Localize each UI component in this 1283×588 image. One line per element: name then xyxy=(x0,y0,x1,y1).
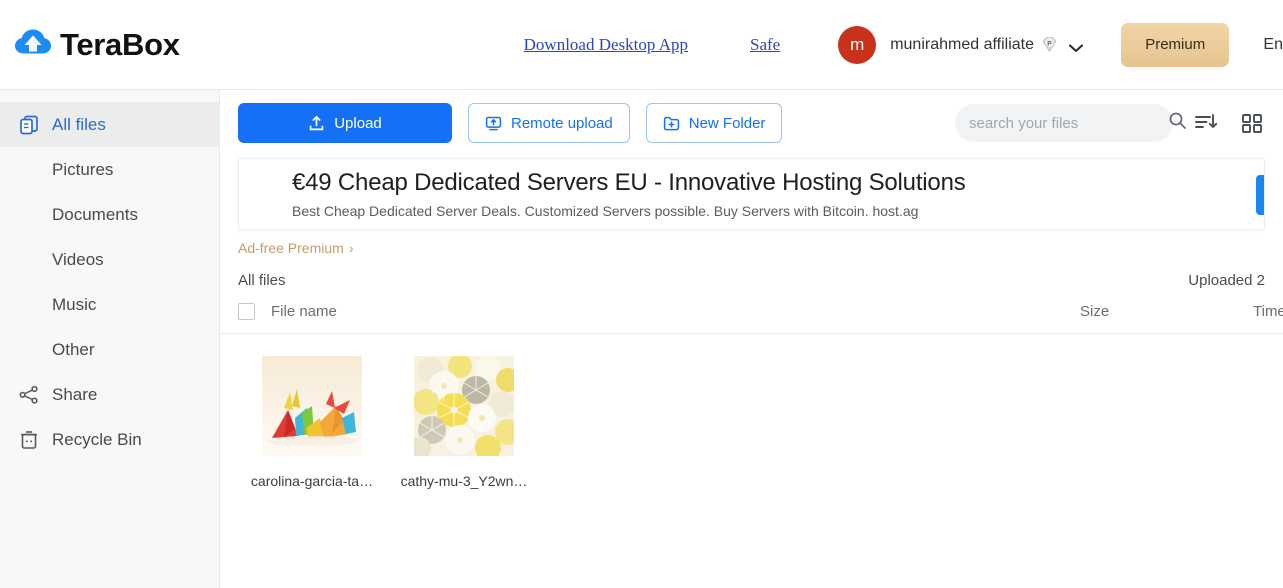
file-name-label: carolina-garcia-ta… xyxy=(250,473,374,489)
language-selector[interactable]: En xyxy=(1263,36,1283,54)
column-header-file-name[interactable]: File name xyxy=(271,303,337,320)
upload-button[interactable]: Upload xyxy=(238,103,452,143)
column-header-size[interactable]: Size xyxy=(1080,303,1109,320)
file-card-carolina-garcia[interactable]: carolina-garcia-ta… xyxy=(236,356,388,489)
sidebar-item-label: Documents xyxy=(52,204,138,224)
chevron-down-icon[interactable] xyxy=(1068,40,1084,53)
column-header-time[interactable]: Time ↓ xyxy=(1253,303,1283,320)
search-and-view-controls xyxy=(955,104,1265,142)
sidebar-item-label: Music xyxy=(52,294,97,314)
sidebar-item-documents[interactable]: Documents xyxy=(0,192,219,237)
ad-cta-button[interactable] xyxy=(1256,175,1264,215)
cloud-logo-icon xyxy=(14,26,52,64)
sort-descending-icon[interactable] xyxy=(1193,110,1219,136)
sidebar: All files Pictures Documents Videos Musi… xyxy=(0,90,220,588)
sidebar-item-label: Share xyxy=(52,384,98,404)
premium-p-badge-icon: P xyxy=(1040,35,1059,54)
sidebar-item-pictures[interactable]: Pictures xyxy=(0,147,219,192)
upload-icon xyxy=(308,115,325,132)
breadcrumb[interactable]: All files xyxy=(238,272,286,289)
new-folder-icon xyxy=(663,115,680,132)
origami-cranes-thumbnail xyxy=(262,356,362,456)
ad-banner[interactable]: €49 Cheap Dedicated Servers EU - Innovat… xyxy=(238,158,1265,230)
remote-upload-button[interactable]: Remote upload xyxy=(468,103,630,143)
toolbar: Upload Remote upload New Folder xyxy=(220,90,1283,143)
column-header-time-label: Time xyxy=(1253,303,1283,320)
ad-text: €49 Cheap Dedicated Servers EU - Innovat… xyxy=(239,169,966,219)
remote-upload-button-label: Remote upload xyxy=(511,114,613,132)
main-content: Upload Remote upload New Folder search y… xyxy=(220,90,1283,588)
search-icon[interactable] xyxy=(1168,111,1187,135)
trash-icon xyxy=(18,429,40,451)
new-folder-button-label: New Folder xyxy=(688,114,766,132)
files-stack-icon xyxy=(18,114,40,136)
sidebar-item-label: Other xyxy=(52,339,95,359)
share-icon xyxy=(18,384,40,406)
sidebar-item-music[interactable]: Music xyxy=(0,282,219,327)
ad-free-premium-link[interactable]: Ad-free Premium › xyxy=(238,240,353,256)
safe-link[interactable]: Safe xyxy=(750,35,780,55)
ad-free-premium-label: Ad-free Premium xyxy=(238,240,344,256)
sidebar-item-label: Recycle Bin xyxy=(52,429,142,449)
remote-upload-icon xyxy=(485,115,502,132)
ad-subtitle: Best Cheap Dedicated Server Deals. Custo… xyxy=(292,203,919,219)
brand-name: TeraBox xyxy=(60,26,180,62)
header-links: Download Desktop App Safe xyxy=(524,35,781,55)
upload-button-label: Upload xyxy=(334,114,382,132)
user-name: munirahmed affiliate xyxy=(890,35,1034,53)
sidebar-item-all-files[interactable]: All files xyxy=(0,102,219,147)
paper-fans-thumbnail xyxy=(409,354,521,461)
sidebar-item-other[interactable]: Other xyxy=(0,327,219,372)
avatar: m xyxy=(838,25,877,64)
svg-text:P: P xyxy=(1047,40,1052,47)
file-card-cathy-mu[interactable]: cathy-mu-3_Y2wn… xyxy=(388,354,540,489)
sidebar-item-recycle-bin[interactable]: Recycle Bin xyxy=(0,417,219,462)
new-folder-button[interactable]: New Folder xyxy=(645,103,783,143)
search-box[interactable] xyxy=(955,104,1186,142)
ad-title: €49 Cheap Dedicated Servers EU - Innovat… xyxy=(292,169,966,196)
file-grid: carolina-garcia-ta… cathy-mu-3_Y2wn… xyxy=(220,334,1283,489)
sidebar-item-label: Videos xyxy=(52,249,104,269)
premium-button[interactable]: Premium xyxy=(1120,22,1230,67)
brand[interactable]: TeraBox xyxy=(14,26,180,64)
file-list-header: All files Uploaded 2 xyxy=(220,258,1283,289)
file-name-label: cathy-mu-3_Y2wn… xyxy=(400,473,528,489)
user-menu[interactable]: m munirahmed affiliate P xyxy=(838,25,1084,64)
search-input[interactable] xyxy=(969,114,1168,132)
chevron-right-icon: › xyxy=(348,240,354,256)
sidebar-item-label: All files xyxy=(52,114,106,134)
uploaded-count: Uploaded 2 xyxy=(1188,272,1265,289)
select-all-checkbox[interactable] xyxy=(238,303,255,320)
file-table-columns: File name Size Time ↓ xyxy=(220,289,1283,334)
app-header: TeraBox Download Desktop App Safe m muni… xyxy=(0,0,1283,90)
grid-view-icon[interactable] xyxy=(1239,110,1265,136)
sidebar-item-share[interactable]: Share xyxy=(0,372,219,417)
sidebar-item-videos[interactable]: Videos xyxy=(0,237,219,282)
download-desktop-app-link[interactable]: Download Desktop App xyxy=(524,35,688,55)
sidebar-item-label: Pictures xyxy=(52,159,114,179)
